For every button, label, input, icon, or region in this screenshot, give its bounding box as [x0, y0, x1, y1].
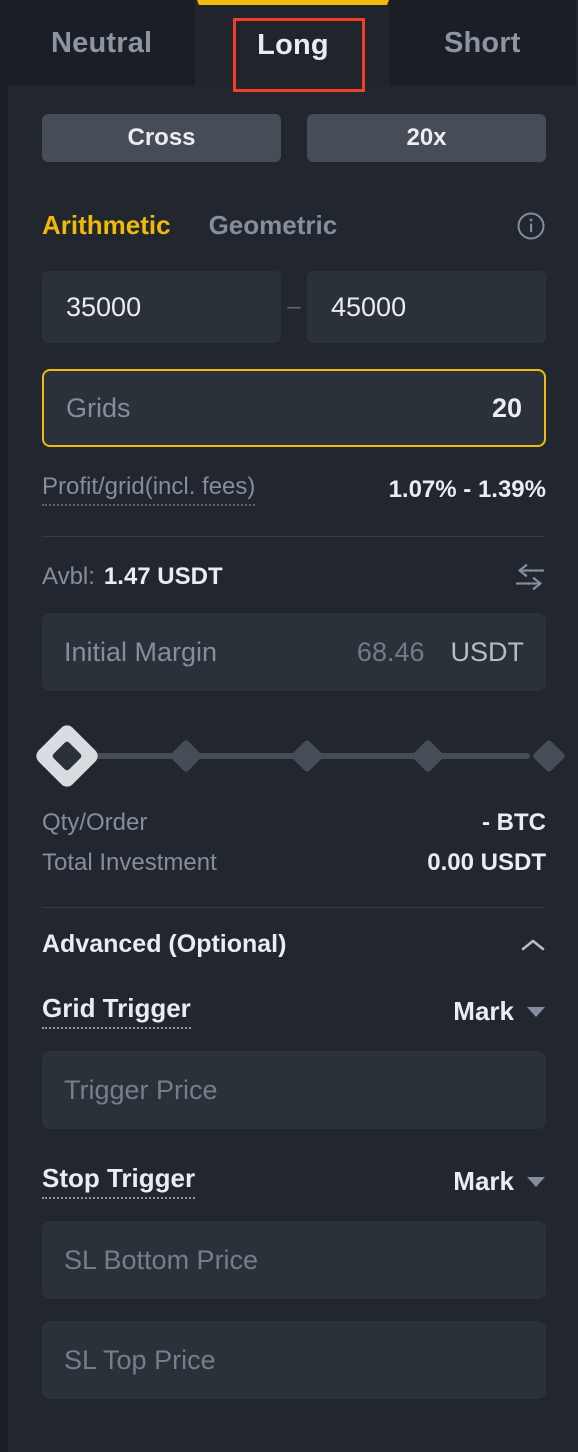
profit-per-grid-row: Profit/grid(incl. fees) 1.07% - 1.39%: [8, 447, 578, 506]
advanced-title: Advanced (Optional): [42, 930, 287, 958]
info-icon[interactable]: [516, 211, 546, 241]
chevron-down-icon: [526, 1175, 546, 1188]
trigger-price-row: Trigger Price: [8, 1029, 578, 1129]
leverage-row: Cross 20x: [8, 86, 578, 162]
profit-per-grid-label[interactable]: Profit/grid(incl. fees): [42, 473, 256, 506]
tab-neutral-label: Neutral: [51, 26, 153, 59]
grids-input[interactable]: Grids 20: [42, 369, 546, 447]
initial-margin-placeholder: Initial Margin: [64, 636, 218, 667]
slider-tick-75[interactable]: [411, 739, 445, 773]
margin-mode-label: Cross: [127, 124, 196, 151]
slider-handle[interactable]: [33, 722, 101, 790]
price-range-row: 35000 – 45000: [8, 241, 578, 343]
initial-margin-unit: USDT: [450, 636, 525, 667]
available-balance-value: 1.47 USDT: [103, 563, 223, 590]
stop-trigger-label[interactable]: Stop Trigger: [42, 1163, 196, 1199]
grid-trigger-selected-value: Mark: [453, 995, 514, 1026]
sl-top-price-input[interactable]: SL Top Price: [42, 1321, 546, 1399]
lower-price-value: 35000: [66, 291, 142, 322]
tab-neutral[interactable]: Neutral: [8, 0, 198, 86]
advanced-section-header[interactable]: Advanced (Optional): [8, 908, 578, 959]
initial-margin-row: Initial Margin 68.46 USDT: [8, 591, 578, 691]
grids-row: Grids 20: [8, 343, 578, 447]
sl-bottom-price-input[interactable]: SL Bottom Price: [42, 1221, 546, 1299]
total-investment-label: Total Investment: [42, 849, 217, 876]
summary-row-qty-per-order: Qty/Order - BTC: [42, 809, 546, 837]
stop-trigger-selected-value: Mark: [453, 1165, 514, 1196]
trigger-price-placeholder: Trigger Price: [64, 1074, 218, 1105]
investment-slider[interactable]: [33, 722, 566, 790]
total-investment-value: 0.00 USDT: [427, 849, 546, 876]
leverage-button[interactable]: 20x: [307, 114, 546, 162]
grid-trigger-header: Grid Trigger Mark: [8, 959, 578, 1029]
stop-trigger-header: Stop Trigger Mark: [8, 1129, 578, 1199]
mode-geometric-label: Geometric: [208, 210, 338, 240]
grid-trigger-label[interactable]: Grid Trigger: [42, 993, 191, 1029]
available-balance-label: Avbl:: [42, 563, 95, 590]
grids-placeholder: Grids: [66, 392, 131, 423]
lower-price-input[interactable]: 35000: [42, 271, 281, 343]
direction-tabs: Neutral Long Short: [8, 0, 578, 92]
sl-bottom-price-row: SL Bottom Price: [8, 1199, 578, 1299]
summary-row-total-investment: Total Investment 0.00 USDT: [42, 849, 546, 877]
profit-per-grid-value: 1.07% - 1.39%: [388, 475, 546, 503]
tab-short-label: Short: [443, 26, 521, 59]
mode-geometric[interactable]: Geometric: [209, 210, 338, 241]
upper-price-value: 45000: [331, 291, 407, 322]
margin-mode-button[interactable]: Cross: [42, 114, 281, 162]
range-separator: –: [287, 293, 301, 320]
available-balance-row: Avbl: 1.47 USDT: [8, 537, 578, 591]
grid-mode-row: Arithmetic Geometric: [8, 162, 578, 241]
sl-top-price-placeholder: SL Top Price: [64, 1344, 216, 1375]
initial-margin-input[interactable]: Initial Margin 68.46 USDT: [42, 613, 546, 691]
trigger-price-input[interactable]: Trigger Price: [42, 1051, 546, 1129]
tab-short[interactable]: Short: [388, 0, 578, 86]
transfer-arrows-icon[interactable]: [514, 564, 546, 590]
sl-top-price-row: SL Top Price: [8, 1299, 578, 1399]
slider-tick-25[interactable]: [169, 739, 203, 773]
initial-margin-amount: 68.46: [356, 636, 425, 667]
order-summary: Qty/Order - BTC Total Investment 0.00 US…: [8, 783, 578, 877]
stop-trigger-select[interactable]: Mark: [453, 1166, 546, 1197]
tab-long[interactable]: Long: [197, 0, 389, 86]
qty-per-order-label: Qty/Order: [42, 809, 148, 836]
leverage-label: 20x: [406, 124, 447, 151]
upper-price-input[interactable]: 45000: [307, 271, 546, 343]
sl-bottom-price-placeholder: SL Bottom Price: [64, 1244, 259, 1275]
grid-trigger-select[interactable]: Mark: [453, 996, 546, 1027]
slider-tick-100[interactable]: [532, 739, 566, 773]
mode-arithmetic-label: Arithmetic: [42, 210, 171, 240]
chevron-down-icon: [526, 1005, 546, 1018]
tab-long-label: Long: [257, 29, 329, 61]
grid-trading-panel: Neutral Long Short Cross 20x Arithmetic …: [0, 0, 578, 1452]
qty-per-order-value: - BTC: [482, 809, 546, 836]
chevron-up-icon[interactable]: [520, 937, 546, 953]
slider-tick-50[interactable]: [290, 739, 324, 773]
grids-value: 20: [491, 392, 522, 423]
mode-arithmetic[interactable]: Arithmetic: [42, 210, 171, 241]
